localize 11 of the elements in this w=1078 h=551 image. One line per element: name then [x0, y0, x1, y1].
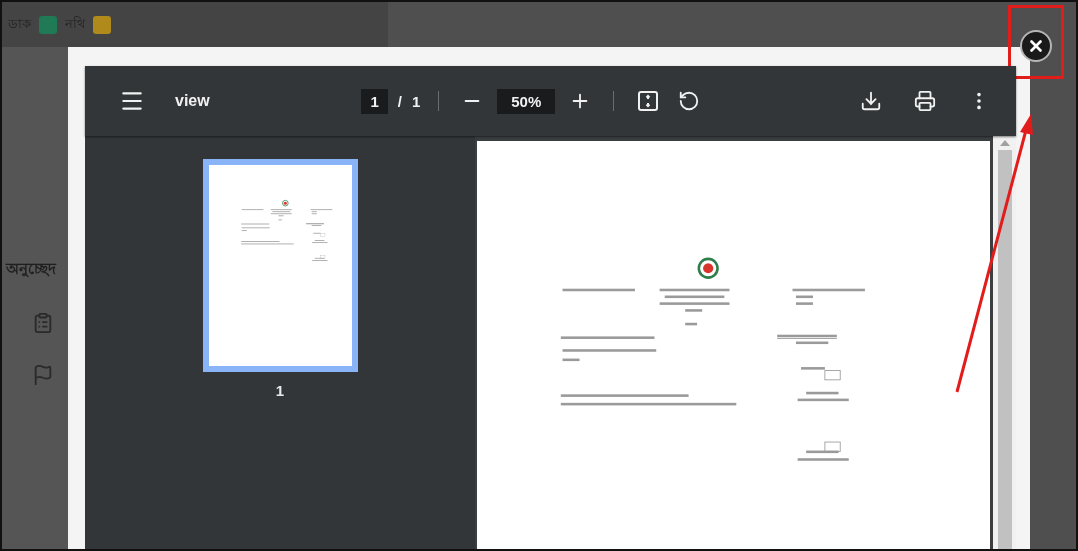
close-button[interactable] — [1020, 30, 1052, 62]
document-title: view — [175, 92, 210, 110]
page-thumbnail[interactable] — [202, 159, 358, 372]
scrollbar-thumb[interactable] — [997, 150, 1012, 549]
scrollbar[interactable] — [993, 136, 1016, 549]
thumbnail-label: 1 — [275, 382, 285, 399]
close-icon[interactable] — [1027, 37, 1045, 55]
page-separator: / — [397, 92, 402, 110]
zoom-field[interactable]: 50% — [497, 88, 556, 114]
page-number-field[interactable]: 1 — [361, 88, 388, 114]
page-total: 1 — [411, 92, 421, 110]
